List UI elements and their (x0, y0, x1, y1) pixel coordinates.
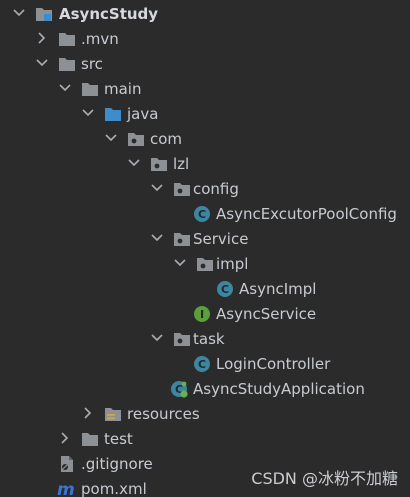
tree-item-resources[interactable]: resources (0, 402, 410, 427)
tree-item-label: test (104, 430, 133, 448)
tree-item-label: main (104, 80, 142, 98)
tree-item-java[interactable]: java (0, 102, 410, 127)
tree-item-label: resources (127, 405, 200, 423)
tree-item-main[interactable]: main (0, 77, 410, 102)
folder-icon (58, 30, 76, 48)
gitignore-file-icon (58, 455, 76, 473)
class-icon: C (216, 280, 234, 298)
source-folder-icon (104, 105, 122, 123)
tree-item-src[interactable]: src (0, 52, 410, 77)
tree-item-lzl[interactable]: lzl (0, 152, 410, 177)
svg-text:C: C (221, 283, 229, 296)
interface-icon: I (193, 305, 211, 323)
folder-icon (58, 55, 76, 73)
tree-item-label: AsyncStudyApplication (193, 380, 365, 398)
tree-item-asyncstudyapplication[interactable]: C AsyncStudyApplication (0, 377, 410, 402)
package-icon (150, 155, 168, 173)
chevron-right-icon[interactable] (81, 406, 95, 420)
chevron-down-icon[interactable] (150, 231, 164, 245)
tree-item-label: AsyncImpl (239, 280, 317, 298)
package-icon (173, 230, 191, 248)
tree-item-label: task (193, 330, 225, 348)
tree-item-test[interactable]: test (0, 427, 410, 452)
package-icon (196, 255, 214, 273)
spring-boot-class-icon: C (170, 380, 188, 398)
tree-item-label: Service (193, 230, 249, 248)
tree-item-logincontroller[interactable]: C LoginController (0, 352, 410, 377)
tree-item-label: lzl (173, 155, 190, 173)
tree-item-service[interactable]: Service (0, 227, 410, 252)
tree-item-label: LoginController (216, 355, 331, 373)
svg-text:C: C (198, 358, 206, 371)
tree-item-label: src (81, 55, 103, 73)
chevron-down-icon[interactable] (150, 181, 164, 195)
class-icon: C (193, 205, 211, 223)
svg-text:I: I (200, 308, 204, 321)
package-icon (127, 130, 145, 148)
chevron-down-icon[interactable] (58, 81, 72, 95)
tree-item-label: config (193, 180, 239, 198)
tree-item-impl[interactable]: impl (0, 252, 410, 277)
tree-item-label: com (150, 130, 183, 148)
chevron-down-icon[interactable] (127, 156, 141, 170)
project-tree: AsyncStudy .mvn src main java com lzl co… (0, 0, 410, 497)
chevron-down-icon[interactable] (12, 6, 26, 20)
project-folder-icon (35, 5, 53, 23)
tree-item-task[interactable]: task (0, 327, 410, 352)
package-icon (173, 180, 191, 198)
tree-item-mvn[interactable]: .mvn (0, 27, 410, 52)
tree-item-asyncservice[interactable]: I AsyncService (0, 302, 410, 327)
tree-item-asyncexcutorpoolconfig[interactable]: C AsyncExcutorPoolConfig (0, 202, 410, 227)
package-icon (173, 330, 191, 348)
tree-item-com[interactable]: com (0, 127, 410, 152)
tree-item-config[interactable]: config (0, 177, 410, 202)
tree-item-label: .gitignore (81, 455, 153, 473)
tree-item-label: AsyncService (216, 305, 317, 323)
tree-item-asyncstudy[interactable]: AsyncStudy (0, 2, 410, 27)
tree-item-label: AsyncStudy (59, 5, 159, 23)
maven-icon: m (57, 480, 75, 497)
svg-text:C: C (198, 208, 206, 221)
tree-item-label: java (127, 105, 159, 123)
folder-icon (81, 430, 99, 448)
chevron-right-icon[interactable] (35, 31, 49, 45)
tree-item-label: impl (216, 255, 249, 273)
svg-text:m: m (57, 480, 75, 497)
chevron-down-icon[interactable] (104, 131, 118, 145)
tree-item-label: .mvn (81, 30, 119, 48)
watermark-text: CSDN @冰粉不加糖 (251, 469, 398, 488)
tree-item-label: AsyncExcutorPoolConfig (216, 205, 397, 223)
resources-folder-icon (104, 405, 122, 423)
class-icon: C (193, 355, 211, 373)
chevron-down-icon[interactable] (81, 106, 95, 120)
tree-item-label: pom.xml (81, 480, 147, 497)
chevron-down-icon[interactable] (150, 331, 164, 345)
chevron-down-icon[interactable] (173, 256, 187, 270)
tree-item-asyncimpl[interactable]: C AsyncImpl (0, 277, 410, 302)
chevron-right-icon[interactable] (58, 431, 72, 445)
chevron-down-icon[interactable] (35, 56, 49, 70)
folder-icon (81, 80, 99, 98)
